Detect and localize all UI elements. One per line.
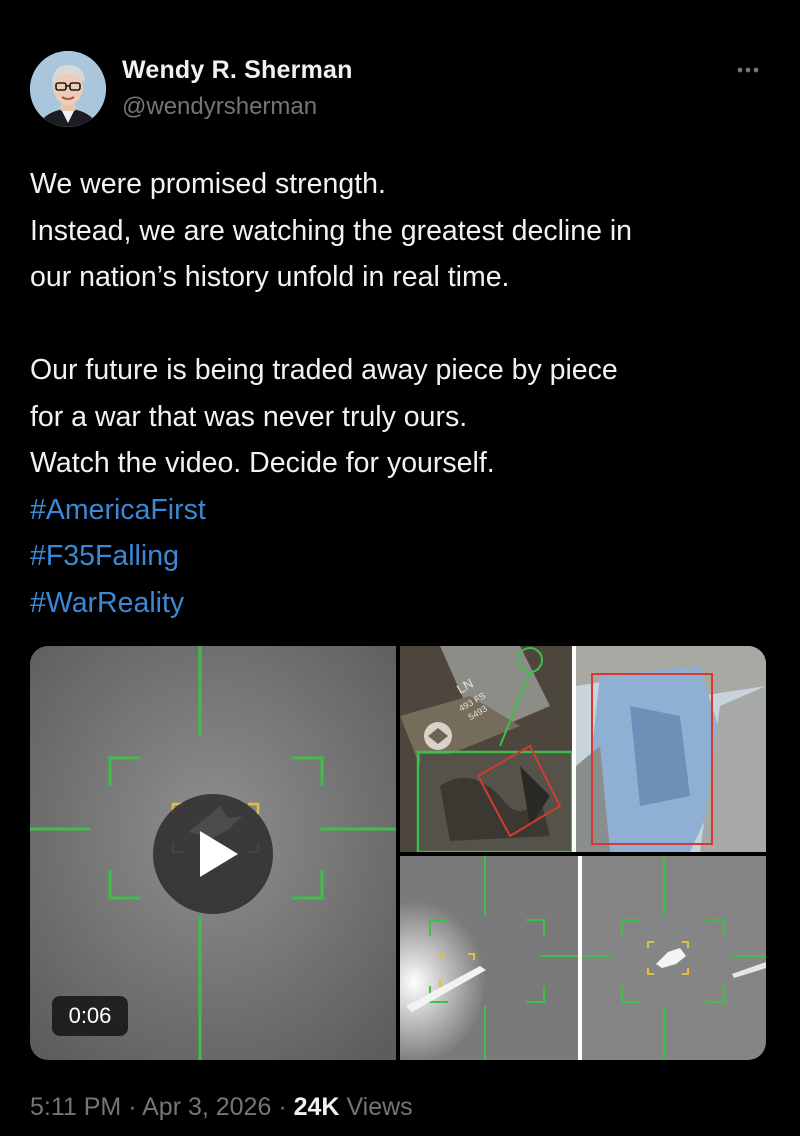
tweet-meta: 5:11 PM · Apr 3, 2026 · 24K Views bbox=[30, 1093, 413, 1122]
tweet-text-line: Our future is being traded away piece by… bbox=[30, 354, 618, 386]
views-count[interactable]: 24K bbox=[294, 1093, 340, 1121]
media-image-collage[interactable]: LN 493 FS 5493 bbox=[400, 646, 766, 852]
play-button[interactable] bbox=[153, 794, 273, 914]
hashtag-link-america-first[interactable]: #AmericaFirst bbox=[30, 487, 770, 534]
views-label: Views bbox=[346, 1093, 413, 1121]
aircraft-wreckage-image: LN 493 FS 5493 bbox=[400, 646, 766, 852]
tweet-text-line: We were promised strength. bbox=[30, 168, 386, 200]
video-thumbnail[interactable]: 0:06 bbox=[30, 646, 396, 1060]
author-display-name[interactable]: Wendy R. Sherman bbox=[122, 56, 353, 85]
meta-separator: · bbox=[278, 1093, 287, 1121]
tweet-text-line: Instead, we are watching the greatest de… bbox=[30, 214, 633, 247]
tweet-time[interactable]: 5:11 PM bbox=[30, 1093, 121, 1121]
tweet-text-line: Watch the video. Decide for yourself. bbox=[30, 447, 495, 479]
hashtag-link-war-reality[interactable]: #WarReality bbox=[30, 580, 770, 627]
meta-separator: · bbox=[128, 1093, 137, 1121]
tweet-date[interactable]: Apr 3, 2026 bbox=[142, 1093, 271, 1121]
tweet-text-line: our nation’s history unfold in real time… bbox=[30, 261, 510, 293]
tweet-text-line: for a war that was never truly ours. bbox=[30, 400, 468, 433]
more-horizontal-icon bbox=[737, 67, 759, 73]
targeting-image-pair[interactable] bbox=[400, 856, 766, 1060]
hashtag-link-f35-falling[interactable]: #F35Falling bbox=[30, 533, 770, 580]
targeting-reticle-image bbox=[400, 856, 766, 1060]
video-duration-badge: 0:06 bbox=[52, 996, 128, 1036]
more-options-button[interactable] bbox=[730, 58, 766, 82]
play-icon bbox=[200, 831, 238, 877]
avatar[interactable] bbox=[30, 51, 106, 127]
tweet-text: We were promised strength. Instead, we a… bbox=[30, 161, 770, 626]
author-handle[interactable]: @wendyrsherman bbox=[122, 93, 317, 121]
media-grid: 0:06 LN 493 FS 5493 bbox=[30, 646, 766, 1060]
profile-photo bbox=[30, 51, 106, 127]
tweet: Wendy R. Sherman @wendyrsherman We were … bbox=[0, 0, 800, 1136]
